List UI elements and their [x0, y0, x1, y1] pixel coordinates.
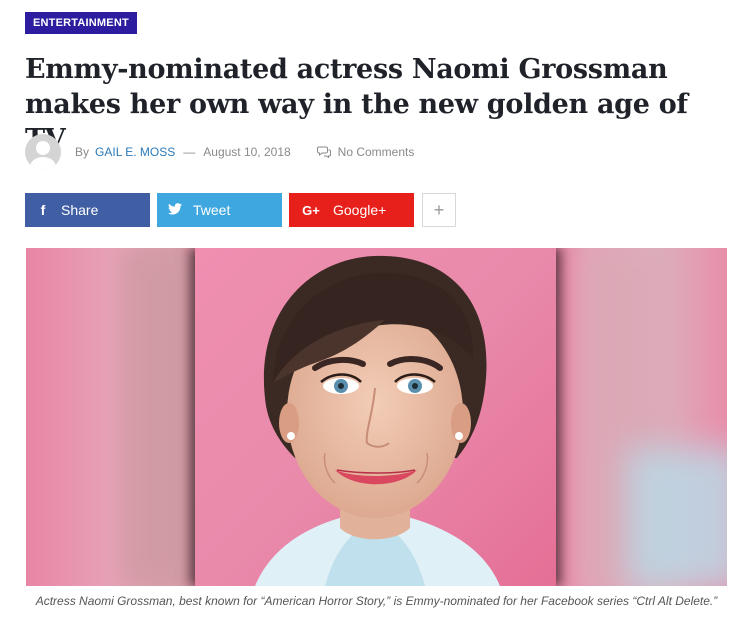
google-plus-share-button[interactable]: G+ Google+	[289, 193, 414, 227]
category-badge[interactable]: ENTERTAINMENT	[25, 12, 137, 34]
meta-separator: —	[183, 145, 196, 159]
comments-link[interactable]: No Comments	[338, 145, 415, 159]
byline-prefix: By	[75, 145, 90, 159]
twitter-share-label: Tweet	[193, 202, 231, 218]
twitter-icon	[157, 202, 193, 218]
portrait-photo	[195, 248, 556, 586]
comment-icon	[316, 146, 331, 158]
google-plus-share-label: Google+	[333, 202, 387, 218]
publish-date: August 10, 2018	[203, 145, 291, 159]
share-bar: f Share Tweet G+ Google+ +	[25, 193, 456, 227]
author-link[interactable]: GAIL E. MOSS	[95, 145, 175, 159]
featured-image	[26, 248, 727, 586]
more-share-button[interactable]: +	[422, 193, 456, 227]
article-meta: By GAIL E. MOSS — August 10, 2018 No Com…	[25, 134, 414, 170]
author-avatar[interactable]	[25, 134, 61, 170]
twitter-share-button[interactable]: Tweet	[157, 193, 282, 227]
google-plus-icon: G+	[302, 202, 320, 218]
facebook-share-label: Share	[61, 202, 99, 218]
plus-icon: +	[433, 199, 445, 220]
image-caption: Actress Naomi Grossman, best known for “…	[35, 594, 718, 608]
facebook-icon: f	[40, 202, 46, 218]
facebook-share-button[interactable]: f Share	[25, 193, 150, 227]
portrait-illustration	[255, 255, 500, 586]
